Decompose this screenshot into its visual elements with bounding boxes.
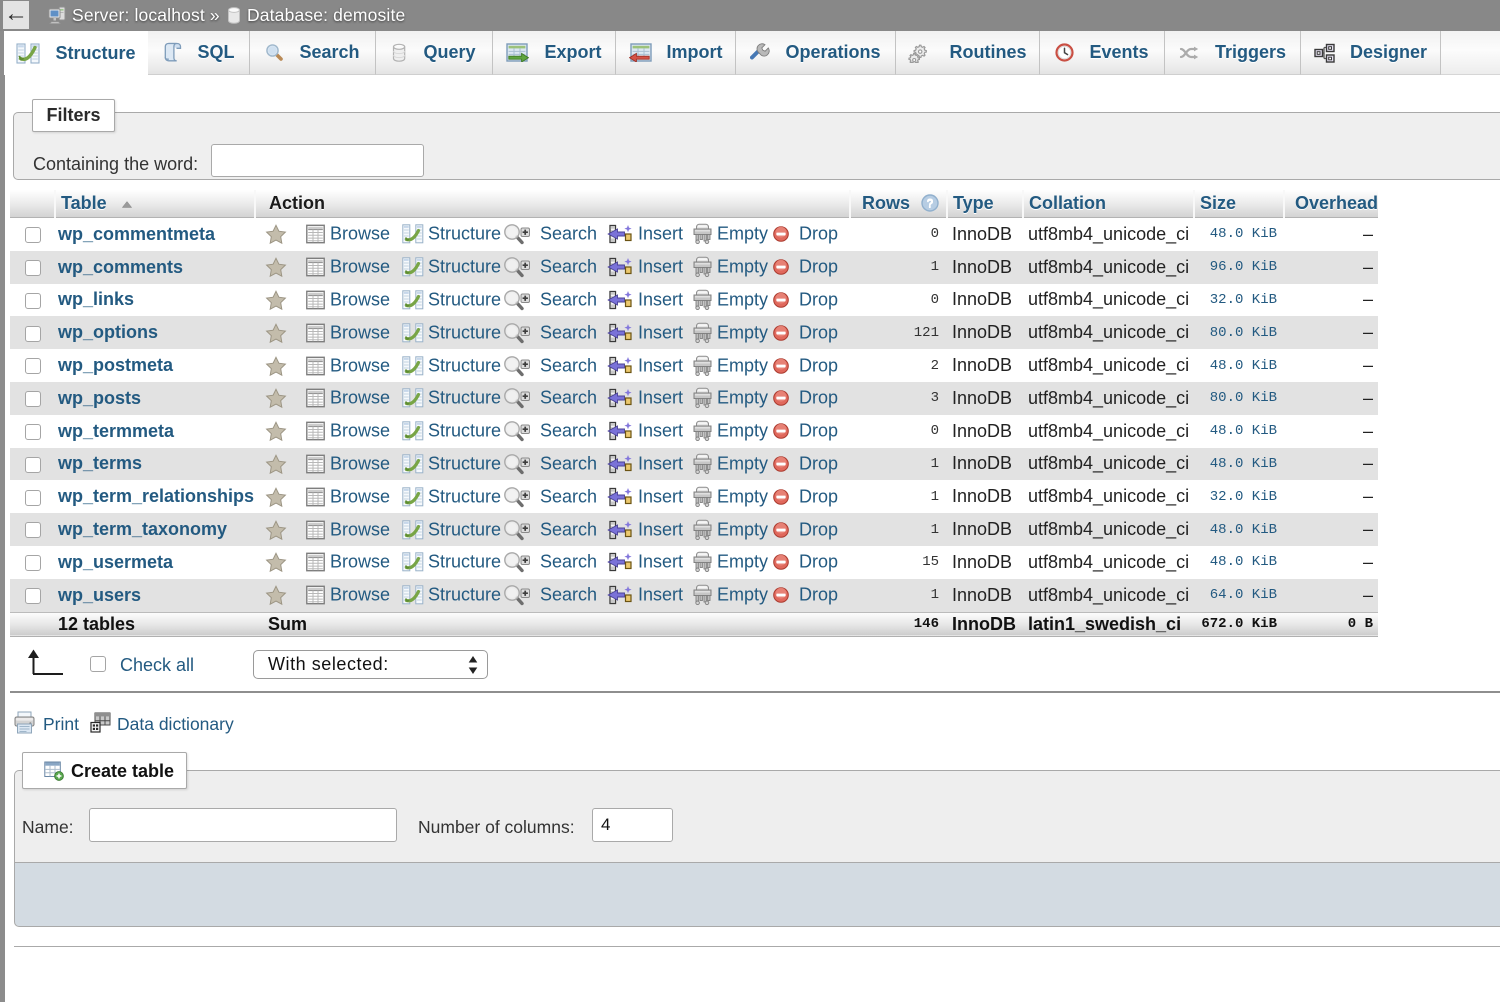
svg-text:?: ? xyxy=(926,196,933,210)
